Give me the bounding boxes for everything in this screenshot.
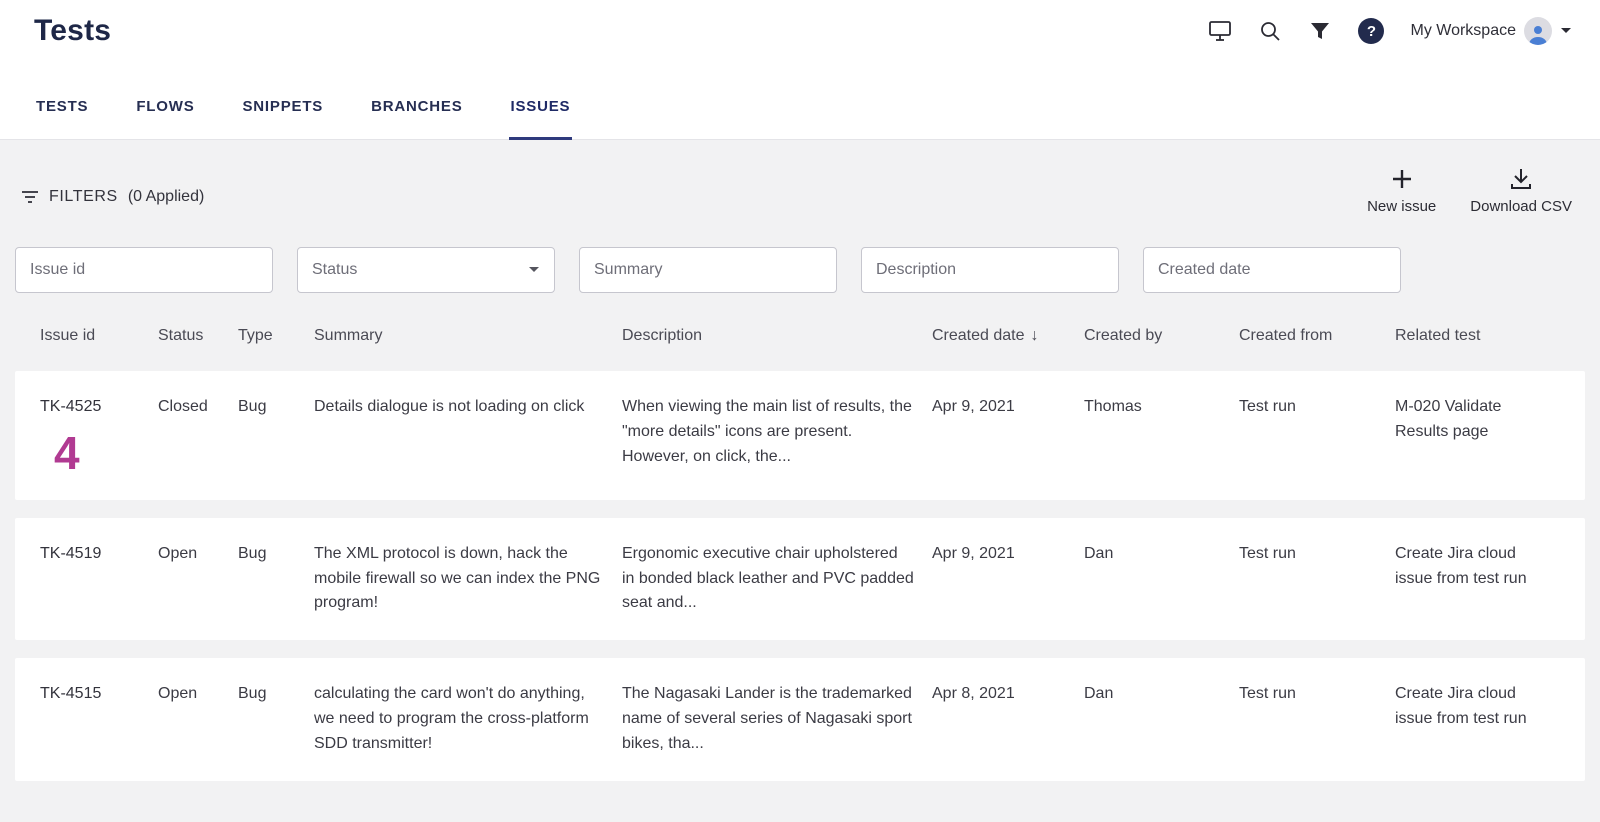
cell-description: Ergonomic executive chair upholstered in… xyxy=(622,542,932,616)
cell-type: Bug xyxy=(238,682,314,756)
tab-snippets[interactable]: SNIPPETS xyxy=(241,98,326,139)
cell-issue-id: TK-4519 xyxy=(40,542,158,616)
app-header: Tests ? My Workspace xyxy=(0,0,1600,62)
help-icon[interactable]: ? xyxy=(1358,18,1384,44)
col-related-test[interactable]: Related test xyxy=(1395,327,1565,359)
cell-created-from: Test run xyxy=(1239,682,1395,756)
cell-created-from: Test run xyxy=(1239,542,1395,616)
tab-tests[interactable]: TESTS xyxy=(34,98,90,139)
tab-issues[interactable]: ISSUES xyxy=(509,98,573,139)
cell-created-by: Thomas xyxy=(1084,395,1239,476)
cell-created-from: Test run xyxy=(1239,395,1395,476)
col-summary[interactable]: Summary xyxy=(314,327,622,359)
avatar xyxy=(1524,17,1552,45)
workspace-label: My Workspace xyxy=(1410,22,1516,40)
cell-summary: calculating the card won't do anything, … xyxy=(314,682,622,756)
new-issue-button[interactable]: New issue xyxy=(1367,166,1436,215)
col-type[interactable]: Type xyxy=(238,327,314,359)
status-filter-placeholder: Status xyxy=(312,261,357,279)
cell-summary: The XML protocol is down, hack the mobil… xyxy=(314,542,622,616)
cell-related-test: M-020 Validate Results page xyxy=(1395,395,1565,476)
table-row[interactable]: TK-4519 Open Bug The XML protocol is dow… xyxy=(15,518,1585,640)
summary-filter-input[interactable] xyxy=(579,247,837,293)
download-csv-label: Download CSV xyxy=(1470,198,1572,215)
issue-id-text: TK-4525 xyxy=(40,398,101,415)
select-chevron-down-icon xyxy=(528,266,540,274)
filters-toggle[interactable]: FILTERS (0 Applied) xyxy=(21,188,204,206)
filter-icon[interactable] xyxy=(1308,19,1332,43)
tab-flows[interactable]: FLOWS xyxy=(134,98,196,139)
cell-created-by: Dan xyxy=(1084,542,1239,616)
sort-desc-icon: ↓ xyxy=(1031,327,1039,344)
search-icon[interactable] xyxy=(1258,19,1282,43)
table-row[interactable]: TK-4525 4 Closed Bug Details dialogue is… xyxy=(15,371,1585,500)
col-created-from[interactable]: Created from xyxy=(1239,327,1395,359)
issue-id-filter-input[interactable] xyxy=(15,247,273,293)
col-created-date[interactable]: Created date ↓ xyxy=(932,327,1084,359)
cell-summary: Details dialogue is not loading on click xyxy=(314,395,622,476)
page-title: Tests xyxy=(34,14,111,48)
filters-bar: FILTERS (0 Applied) New issue Download C… xyxy=(0,166,1600,215)
cell-status: Closed xyxy=(158,395,238,476)
filters-actions: New issue Download CSV xyxy=(1367,166,1572,215)
cell-type: Bug xyxy=(238,395,314,476)
filter-inputs-row: Status xyxy=(0,247,1600,293)
cell-created-date: Apr 8, 2021 xyxy=(932,682,1084,756)
cell-issue-id: TK-4515 xyxy=(40,682,158,756)
cell-created-by: Dan xyxy=(1084,682,1239,756)
cell-created-date: Apr 9, 2021 xyxy=(932,395,1084,476)
col-description[interactable]: Description xyxy=(622,327,932,359)
header-actions: ? My Workspace xyxy=(1208,17,1572,45)
chevron-down-icon xyxy=(1560,22,1572,40)
filter-lines-icon xyxy=(21,190,39,204)
cell-related-test: Create Jira cloud issue from test run xyxy=(1395,682,1565,756)
description-filter-input[interactable] xyxy=(861,247,1119,293)
tab-bar: TESTS FLOWS SNIPPETS BRANCHES ISSUES xyxy=(0,62,1600,140)
table-row[interactable]: TK-4515 Open Bug calculating the card wo… xyxy=(15,658,1585,780)
col-issue-id[interactable]: Issue id xyxy=(40,327,158,359)
cell-issue-id: TK-4525 4 xyxy=(40,395,158,476)
created-date-filter-input[interactable] xyxy=(1143,247,1401,293)
filters-label: FILTERS xyxy=(49,188,118,206)
download-csv-button[interactable]: Download CSV xyxy=(1470,166,1572,215)
table-body: TK-4525 4 Closed Bug Details dialogue is… xyxy=(0,359,1600,781)
status-filter-select[interactable]: Status xyxy=(297,247,555,293)
col-created-by[interactable]: Created by xyxy=(1084,327,1239,359)
filters-applied-count: (0 Applied) xyxy=(128,188,205,206)
issues-panel: FILTERS (0 Applied) New issue Download C… xyxy=(0,140,1600,822)
download-icon xyxy=(1509,166,1533,192)
tab-branches[interactable]: BRANCHES xyxy=(369,98,464,139)
monitor-icon[interactable] xyxy=(1208,19,1232,43)
cell-description: When viewing the main list of results, t… xyxy=(622,395,932,476)
cell-status: Open xyxy=(158,542,238,616)
annotation-marker-4: 4 xyxy=(54,430,140,476)
cell-description: The Nagasaki Lander is the trademarked n… xyxy=(622,682,932,756)
workspace-menu[interactable]: My Workspace xyxy=(1410,17,1572,45)
cell-status: Open xyxy=(158,682,238,756)
col-created-date-label: Created date xyxy=(932,327,1025,344)
cell-related-test: Create Jira cloud issue from test run xyxy=(1395,542,1565,616)
col-status[interactable]: Status xyxy=(158,327,238,359)
plus-icon xyxy=(1391,166,1413,192)
cell-created-date: Apr 9, 2021 xyxy=(932,542,1084,616)
cell-type: Bug xyxy=(238,542,314,616)
table-header: Issue id Status Type Summary Description… xyxy=(15,327,1585,359)
new-issue-label: New issue xyxy=(1367,198,1436,215)
